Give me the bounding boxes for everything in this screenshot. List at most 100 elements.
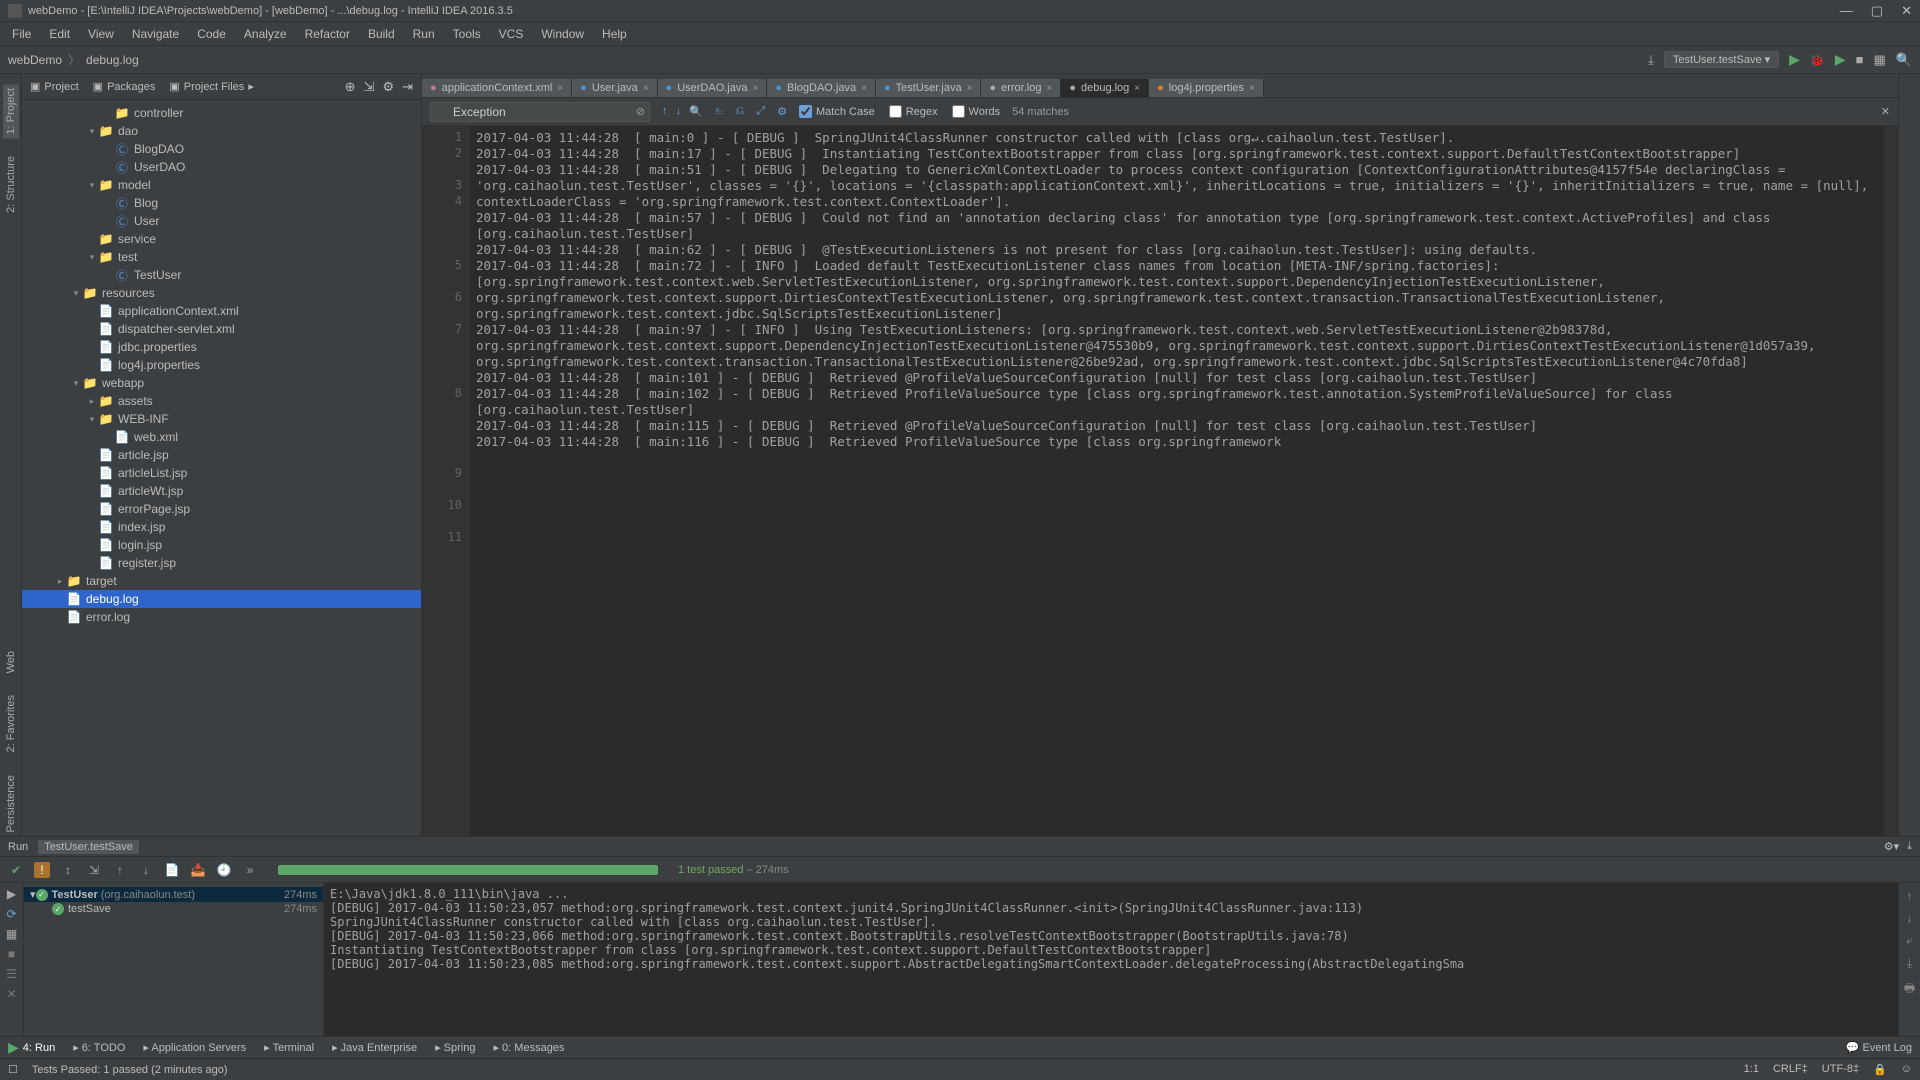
- tree-row[interactable]: ▾📁resources: [22, 284, 421, 302]
- menu-code[interactable]: Code: [191, 25, 232, 43]
- run-config-label[interactable]: TestUser.testSave: [38, 840, 139, 854]
- tree-row[interactable]: 📄error.log: [22, 608, 421, 626]
- clear-search-icon[interactable]: ⊘: [636, 105, 645, 118]
- run-icon[interactable]: ▶: [1789, 51, 1800, 68]
- file-tab[interactable]: ●BlogDAO.java×: [767, 79, 876, 97]
- close-tab-icon[interactable]: ×: [1134, 83, 1140, 94]
- menu-vcs[interactable]: VCS: [493, 25, 530, 43]
- more-icon[interactable]: »: [242, 862, 258, 878]
- tree-row[interactable]: ▾📁webapp: [22, 374, 421, 392]
- pass-filter-icon[interactable]: ✔: [8, 862, 24, 878]
- test-root[interactable]: ▾ ✓ TestUser (org.caihaolun.test) 274ms: [24, 887, 323, 902]
- run-hide-icon[interactable]: ⤓: [1907, 840, 1912, 853]
- code-content[interactable]: 2017-04-03 11:44:28 [ main:0 ] - [ DEBUG…: [470, 126, 1884, 836]
- tool-window-tab[interactable]: ▸ Terminal: [264, 1041, 314, 1054]
- run-coverage-icon[interactable]: ▶: [1835, 51, 1846, 68]
- tree-row[interactable]: 📁service: [22, 230, 421, 248]
- ptab-project[interactable]: ▣ Project: [30, 80, 79, 93]
- tree-row[interactable]: 📄applicationContext.xml: [22, 302, 421, 320]
- menu-navigate[interactable]: Navigate: [126, 25, 185, 43]
- match-case-toggle[interactable]: Match Case: [799, 105, 875, 118]
- hide-icon[interactable]: ⇥: [402, 79, 413, 95]
- project-structure-icon[interactable]: ▦: [1874, 52, 1886, 68]
- menu-refactor[interactable]: Refactor: [299, 25, 356, 43]
- tab-favorites[interactable]: 2: Favorites: [3, 691, 19, 756]
- print-icon[interactable]: 🖶: [1904, 979, 1915, 1000]
- tree-row[interactable]: 📄login.jsp: [22, 536, 421, 554]
- tree-row[interactable]: 📄register.jsp: [22, 554, 421, 572]
- file-tab[interactable]: ●error.log×: [981, 79, 1061, 97]
- tab-web[interactable]: Web: [3, 647, 19, 677]
- pin-icon[interactable]: ✕: [6, 987, 16, 1001]
- menu-tools[interactable]: Tools: [447, 25, 487, 43]
- tree-row[interactable]: ▾📁model: [22, 176, 421, 194]
- menu-run[interactable]: Run: [407, 25, 441, 43]
- history-icon[interactable]: 🕘: [216, 862, 232, 878]
- close-tab-icon[interactable]: ×: [1046, 83, 1052, 94]
- menu-build[interactable]: Build: [362, 25, 401, 43]
- find-prev-icon[interactable]: ↑: [662, 105, 668, 118]
- tree-row[interactable]: 📄articleWt.jsp: [22, 482, 421, 500]
- sort-icon[interactable]: ↕: [60, 862, 76, 878]
- find-settings-icon[interactable]: ⚙: [777, 105, 787, 118]
- close-tab-icon[interactable]: ×: [861, 83, 867, 94]
- test-tree[interactable]: ▾ ✓ TestUser (org.caihaolun.test) 274ms …: [24, 883, 324, 1036]
- file-tab[interactable]: ●debug.log×: [1061, 79, 1149, 97]
- tree-row[interactable]: 📄debug.log: [22, 590, 421, 608]
- target-icon[interactable]: ⊕: [345, 79, 356, 95]
- soft-wrap-icon[interactable]: ⤶: [1906, 933, 1913, 948]
- tree-row[interactable]: ▸📁assets: [22, 392, 421, 410]
- scroll-end-icon[interactable]: ⤓: [1907, 956, 1912, 971]
- close-tab-icon[interactable]: ×: [967, 83, 973, 94]
- file-tab[interactable]: ●TestUser.java×: [876, 79, 982, 97]
- tree-row[interactable]: 📁controller: [22, 104, 421, 122]
- dump-icon[interactable]: ☰: [6, 967, 17, 981]
- file-tab[interactable]: ●UserDAO.java×: [658, 79, 768, 97]
- tree-row[interactable]: ⒸTestUser: [22, 266, 421, 284]
- tab-project[interactable]: 1: Project: [3, 84, 19, 138]
- close-tab-icon[interactable]: ×: [557, 83, 563, 94]
- tree-row[interactable]: ⒸBlogDAO: [22, 140, 421, 158]
- line-separator[interactable]: CRLF‡: [1773, 1063, 1808, 1076]
- close-tab-icon[interactable]: ×: [643, 83, 649, 94]
- insert-mode-icon[interactable]: 🔒: [1873, 1063, 1887, 1076]
- tree-row[interactable]: ▾📁WEB-INF: [22, 410, 421, 428]
- tool-window-tab[interactable]: ▶ 4: Run: [8, 1039, 55, 1056]
- tree-collapse-icon[interactable]: ⇲: [86, 862, 102, 878]
- toggle-auto-icon[interactable]: ▦: [6, 927, 17, 941]
- scroll-down-icon[interactable]: ↓: [1907, 911, 1913, 925]
- words-toggle[interactable]: Words: [952, 105, 1001, 118]
- close-icon[interactable]: ✕: [1901, 3, 1912, 19]
- tool-window-tab[interactable]: ▸ Spring: [435, 1041, 475, 1054]
- tree-row[interactable]: 📄errorPage.jsp: [22, 500, 421, 518]
- tree-row[interactable]: ▾📁dao: [22, 122, 421, 140]
- tree-row[interactable]: 📄web.xml: [22, 428, 421, 446]
- tree-row[interactable]: ▸📁target: [22, 572, 421, 590]
- stop-icon[interactable]: ■: [1856, 52, 1864, 67]
- rerun-icon[interactable]: ▶: [7, 887, 16, 901]
- caret-pos[interactable]: 1:1: [1744, 1063, 1759, 1076]
- find-input[interactable]: [430, 102, 650, 122]
- rerun-failed-icon[interactable]: ⟳: [6, 907, 16, 921]
- menu-view[interactable]: View: [82, 25, 120, 43]
- tree-row[interactable]: 📄articleList.jsp: [22, 464, 421, 482]
- file-tab[interactable]: ●log4j.properties×: [1149, 79, 1264, 97]
- run-config-combo[interactable]: TestUser.testSave ▾: [1664, 51, 1779, 68]
- tree-row[interactable]: ⒸUser: [22, 212, 421, 230]
- toggle-icon[interactable]: ⤢: [756, 105, 765, 118]
- file-tab[interactable]: ●User.java×: [572, 79, 657, 97]
- tree-row[interactable]: ⒸBlog: [22, 194, 421, 212]
- tree-row[interactable]: 📄jdbc.properties: [22, 338, 421, 356]
- status-icon[interactable]: ☐: [8, 1063, 18, 1076]
- menu-file[interactable]: File: [6, 25, 37, 43]
- close-tab-icon[interactable]: ×: [752, 83, 758, 94]
- ptab-packages[interactable]: ▣ Packages: [93, 80, 156, 93]
- menu-window[interactable]: Window: [535, 25, 590, 43]
- tab-structure[interactable]: 2: Structure: [3, 152, 19, 217]
- file-tab[interactable]: ●applicationContext.xml×: [422, 79, 572, 97]
- next-test-icon[interactable]: ↓: [138, 862, 154, 878]
- tool-window-tab[interactable]: ▸ Java Enterprise: [332, 1041, 417, 1054]
- menu-edit[interactable]: Edit: [43, 25, 76, 43]
- tool-window-tab[interactable]: ▸ 6: TODO: [73, 1041, 125, 1054]
- collapse-icon[interactable]: ⇲: [364, 79, 375, 95]
